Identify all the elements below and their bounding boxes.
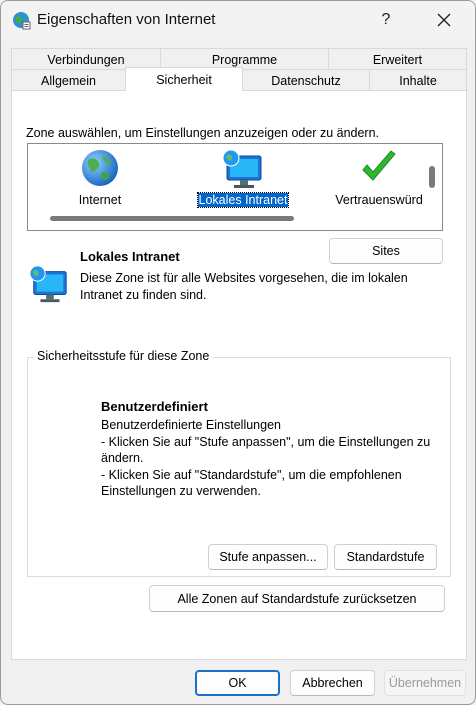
zone-internet[interactable]: Internet [45,146,155,212]
tab-inhalte[interactable]: Inhalte [369,69,467,91]
selected-zone-description: Diese Zone ist für alle Websites vorgese… [80,271,408,302]
apply-button[interactable]: Übernehmen [384,670,466,696]
zone-list[interactable]: Internet Lokales Intranet Vertrauenswürd [27,143,443,231]
zone-vertical-scrollbar[interactable] [429,166,435,188]
tab-sicherheit[interactable]: Sicherheit [125,67,243,91]
cancel-button[interactable]: Abbrechen [290,670,375,696]
tab-erweitert[interactable]: Erweitert [328,48,467,70]
globe-icon [82,150,118,186]
zone-label-internet: Internet [78,193,122,207]
intranet-monitor-icon [222,149,262,188]
ok-button[interactable]: OK [195,670,280,696]
internet-properties-dialog: Eigenschaften von Internet ? Verbindunge… [0,0,476,705]
checkmark-icon [362,150,396,181]
default-level-button[interactable]: Standardstufe [334,544,437,570]
zone-horizontal-scrollbar[interactable] [50,216,294,221]
selected-zone-title: Lokales Intranet [80,249,180,264]
internet-options-icon [13,12,31,30]
security-level-title: Benutzerdefiniert [101,399,208,414]
security-level-legend: Sicherheitsstufe für diese Zone [34,349,213,363]
tab-allgemein[interactable]: Allgemein [11,69,126,91]
level-line: - Klicken Sie auf "Standardstufe", um di… [101,467,406,499]
intranet-monitor-icon [29,265,67,303]
zone-prompt: Zone auswählen, um Einstellungen anzuzei… [26,126,380,140]
help-button[interactable]: ? [363,5,409,35]
custom-level-button[interactable]: Stufe anpassen... [208,544,328,570]
close-icon [437,13,451,27]
title-bar: Eigenschaften von Internet ? [1,1,475,39]
zone-label-trusted: Vertrauenswürd [335,193,423,207]
sites-button[interactable]: Sites [329,238,443,264]
close-button[interactable] [421,5,467,35]
security-level-description: Benutzerdefinierte Einstellungen - Klick… [101,417,446,500]
reset-all-zones-button[interactable]: Alle Zonen auf Standardstufe zurücksetze… [149,585,445,612]
level-line: - Klicken Sie auf "Stufe anpassen", um d… [101,434,434,466]
zone-trusted[interactable]: Vertrauenswürd [324,146,434,212]
zone-local-intranet[interactable]: Lokales Intranet [188,146,298,212]
window-title: Eigenschaften von Internet [37,11,216,28]
level-line: Benutzerdefinierte Einstellungen [101,418,281,432]
zone-label-intranet: Lokales Intranet [196,192,290,208]
tab-datenschutz[interactable]: Datenschutz [242,69,370,91]
